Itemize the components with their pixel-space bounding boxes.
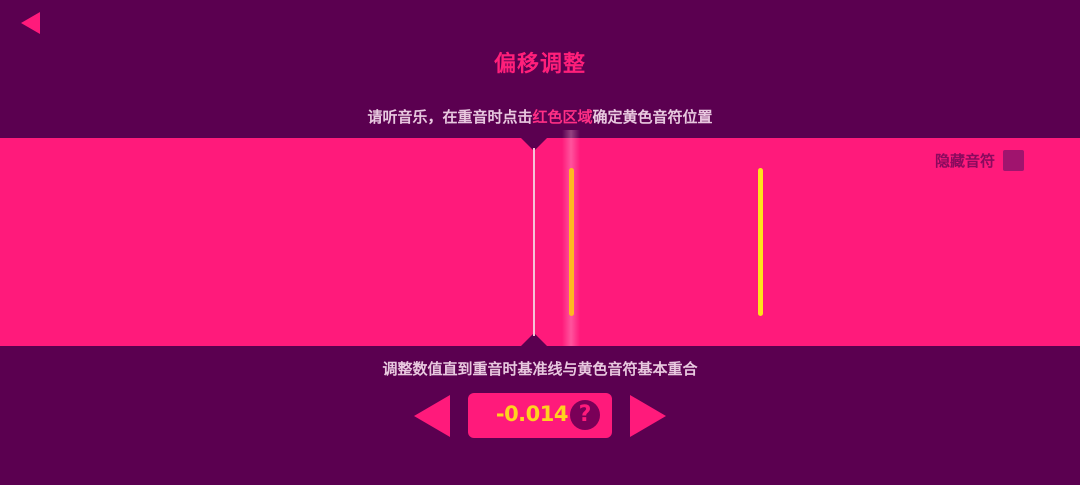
back-button[interactable]	[18, 10, 44, 36]
instruction-text: 请听音乐，在重音时点击红色区域确定黄色音符位置	[0, 106, 1080, 127]
offset-value-display[interactable]: -0.014 ?	[468, 393, 612, 438]
offset-value: -0.014	[495, 402, 569, 426]
yellow-note-current	[569, 168, 574, 316]
offset-adjust-screen: 偏移调整 请听音乐，在重音时点击红色区域确定黄色音符位置 隐藏音符 调整数值直到…	[0, 0, 1080, 485]
yellow-note-next	[758, 168, 763, 316]
baseline-line	[533, 148, 535, 336]
back-triangle-icon	[21, 12, 40, 34]
page-title: 偏移调整	[493, 52, 586, 77]
hide-notes-checkbox[interactable]	[1003, 150, 1024, 171]
increase-offset-button[interactable]	[628, 394, 668, 438]
instruction-text-after: 确定黄色音符位置	[592, 108, 713, 126]
instruction-text-highlight: 红色区域	[532, 108, 593, 126]
question-mark-icon[interactable]: ?	[570, 400, 600, 430]
decrease-offset-button[interactable]	[412, 394, 452, 438]
hide-notes-label: 隐藏音符	[934, 152, 995, 170]
triangle-right-icon	[630, 395, 666, 437]
triangle-left-icon	[414, 395, 450, 437]
instruction-text-before: 请听音乐，在重音时点击	[367, 108, 533, 126]
red-tap-area[interactable]: 隐藏音符	[0, 130, 1080, 346]
hide-notes-toggle[interactable]: 隐藏音符	[935, 150, 1024, 171]
adjust-hint-text: 调整数值直到重音时基准线与黄色音符基本重合	[382, 360, 698, 378]
